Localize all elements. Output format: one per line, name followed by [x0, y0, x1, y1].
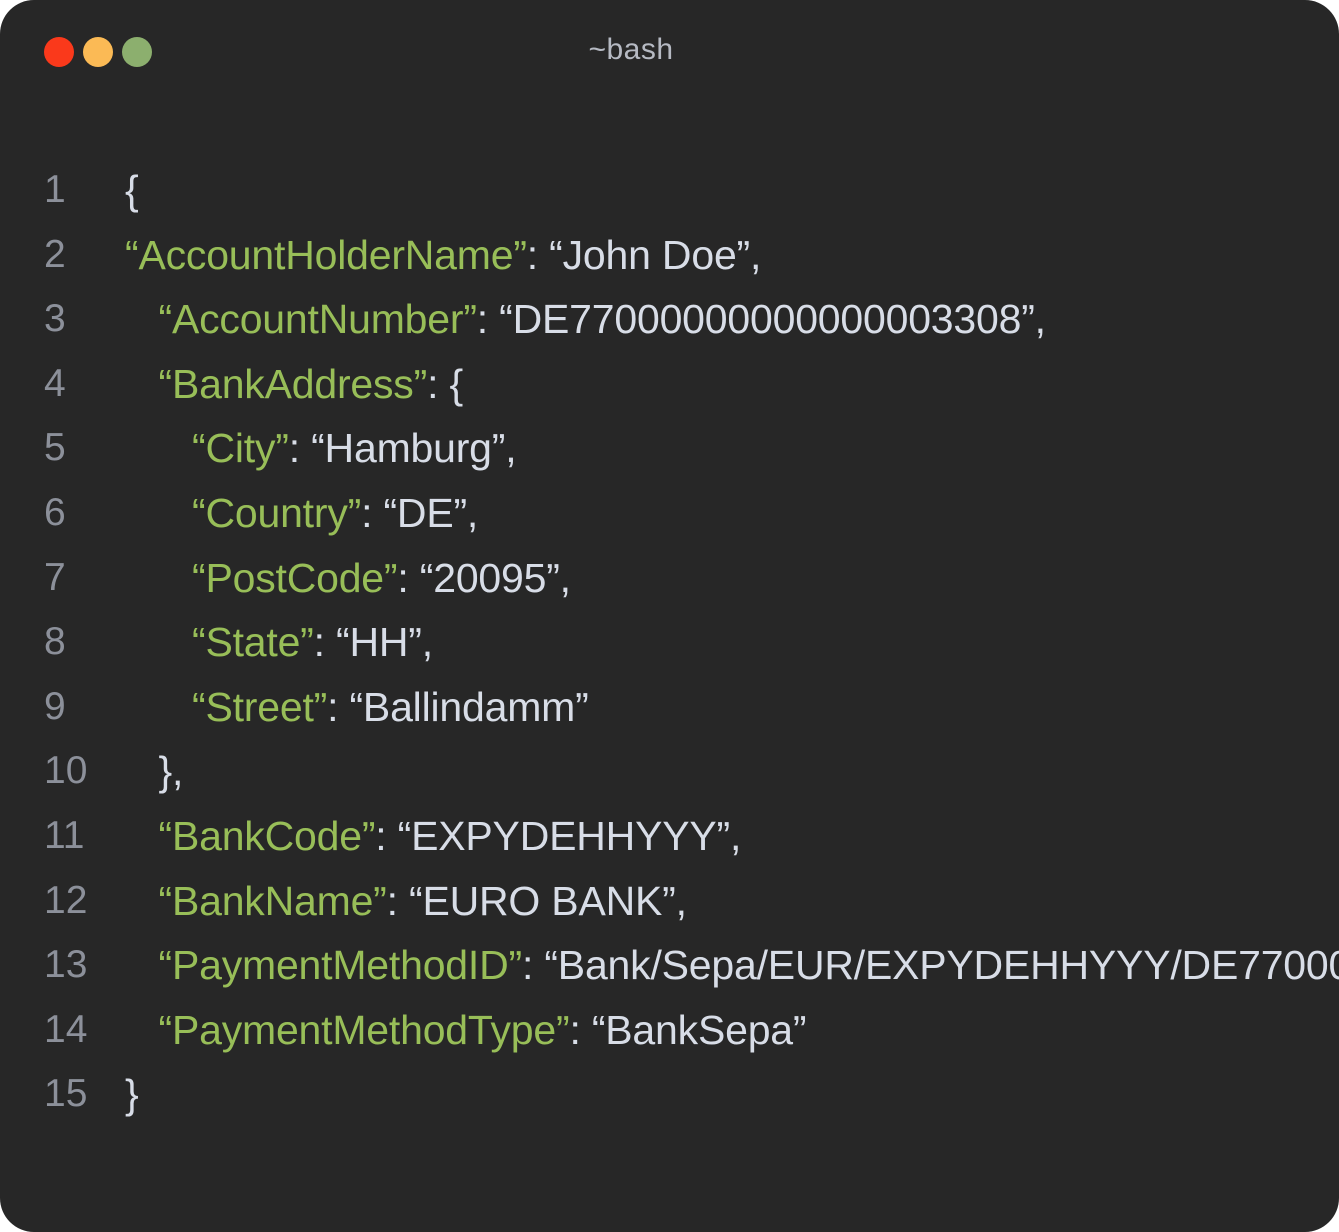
json-value: }, [159, 748, 184, 794]
line-number: 8 [44, 610, 125, 675]
json-key: “State” [192, 619, 314, 665]
json-value: : “20095”, [397, 555, 571, 601]
json-value: : “John Doe”, [527, 232, 761, 278]
code-text: “BankAddress”: { [159, 352, 463, 417]
line-number: 15 [44, 1062, 125, 1127]
json-key: “AccountNumber” [159, 296, 477, 342]
json-value: : “HH”, [314, 619, 433, 665]
window-title: ~bash [588, 33, 673, 67]
code-text: “Country”: “DE”, [192, 481, 478, 546]
json-value: : “DE77000000000000003308”, [477, 296, 1046, 342]
line-number: 13 [44, 933, 125, 998]
code-text: “Street”: “Ballindamm” [192, 675, 589, 740]
json-key: “BankCode” [159, 813, 376, 859]
code-line: 4 “BankAddress”: { [0, 352, 1339, 417]
json-value: : “Ballindamm” [327, 684, 588, 730]
json-key: “PostCode” [192, 555, 397, 601]
code-text: “PostCode”: “20095”, [192, 546, 571, 611]
json-key: “Country” [192, 490, 361, 536]
json-key: “PaymentMethodID” [159, 942, 522, 988]
line-number: 6 [44, 481, 125, 546]
code-line: 11 “BankCode”: “EXPYDEHHYYY”, [0, 804, 1339, 869]
code-line: 15} [0, 1062, 1339, 1127]
code-line: 10}, [0, 739, 1339, 804]
json-value: : “BankSepa” [569, 1007, 806, 1053]
line-number: 2 [44, 223, 125, 288]
code-text: “BankName”: “EURO BANK”, [159, 869, 687, 934]
code-text: “AccountNumber”: “DE77000000000000003308… [159, 287, 1046, 352]
code-line: 9 “Street”: “Ballindamm” [0, 675, 1339, 740]
code-text: } [125, 1062, 139, 1127]
json-key: “Street” [192, 684, 327, 730]
code-text: “PaymentMethodType”: “BankSepa” [159, 998, 807, 1063]
code-line: 2“AccountHolderName”: “John Doe”, [0, 223, 1339, 288]
terminal-window: ~bash 1{2“AccountHolderName”: “John Doe”… [0, 0, 1339, 1232]
json-key: “AccountHolderName” [125, 232, 527, 278]
window-controls [44, 37, 152, 67]
close-button[interactable] [44, 37, 74, 67]
line-number: 10 [44, 739, 125, 804]
code-line: 7 “PostCode”: “20095”, [0, 546, 1339, 611]
json-key: “BankName” [159, 878, 387, 924]
json-value: : “EXPYDEHHYYY”, [375, 813, 741, 859]
line-number: 11 [44, 804, 125, 869]
code-line: 8 “State”: “HH”, [0, 610, 1339, 675]
line-number: 7 [44, 546, 125, 611]
line-number: 9 [44, 675, 125, 740]
code-text: “PaymentMethodID”: “Bank/Sepa/EUR/EXPYDE… [159, 933, 1339, 998]
code-text: }, [159, 739, 184, 804]
json-value: : { [427, 361, 463, 407]
json-value: : “Bank/Sepa/EUR/EXPYDEHHYYY/DE770000 [522, 942, 1339, 988]
code-line: 14 “PaymentMethodType”: “BankSepa” [0, 998, 1339, 1063]
line-number: 3 [44, 287, 125, 352]
code-text: { [125, 158, 139, 223]
titlebar: ~bash [0, 0, 1339, 100]
terminal-output: 1{2“AccountHolderName”: “John Doe”,3“Acc… [0, 158, 1339, 1127]
json-key: “City” [192, 425, 289, 471]
line-number: 5 [44, 416, 125, 481]
code-text: “City”: “Hamburg”, [192, 416, 516, 481]
minimize-button[interactable] [83, 37, 113, 67]
zoom-button[interactable] [122, 37, 152, 67]
json-value: { [125, 167, 139, 213]
json-key: “BankAddress” [159, 361, 428, 407]
code-line: 13 “PaymentMethodID”: “Bank/Sepa/EUR/EXPY… [0, 933, 1339, 998]
json-key: “PaymentMethodType” [159, 1007, 570, 1053]
code-text: “AccountHolderName”: “John Doe”, [125, 223, 761, 288]
code-line: 3 “AccountNumber”: “DE7700000000000000330… [0, 287, 1339, 352]
json-value: : “DE”, [361, 490, 478, 536]
code-text: “State”: “HH”, [192, 610, 433, 675]
code-text: “BankCode”: “EXPYDEHHYYY”, [159, 804, 742, 869]
code-line: 5 “City”: “Hamburg”, [0, 416, 1339, 481]
code-line: 1{ [0, 158, 1339, 223]
line-number: 4 [44, 352, 125, 417]
code-line: 6 “Country”: “DE”, [0, 481, 1339, 546]
code-line: 12 “BankName”: “EURO BANK”, [0, 869, 1339, 934]
line-number: 14 [44, 998, 125, 1063]
json-value: : “EURO BANK”, [387, 878, 687, 924]
json-value: : “Hamburg”, [289, 425, 517, 471]
line-number: 1 [44, 158, 125, 223]
line-number: 12 [44, 869, 125, 934]
json-value: } [125, 1071, 139, 1117]
